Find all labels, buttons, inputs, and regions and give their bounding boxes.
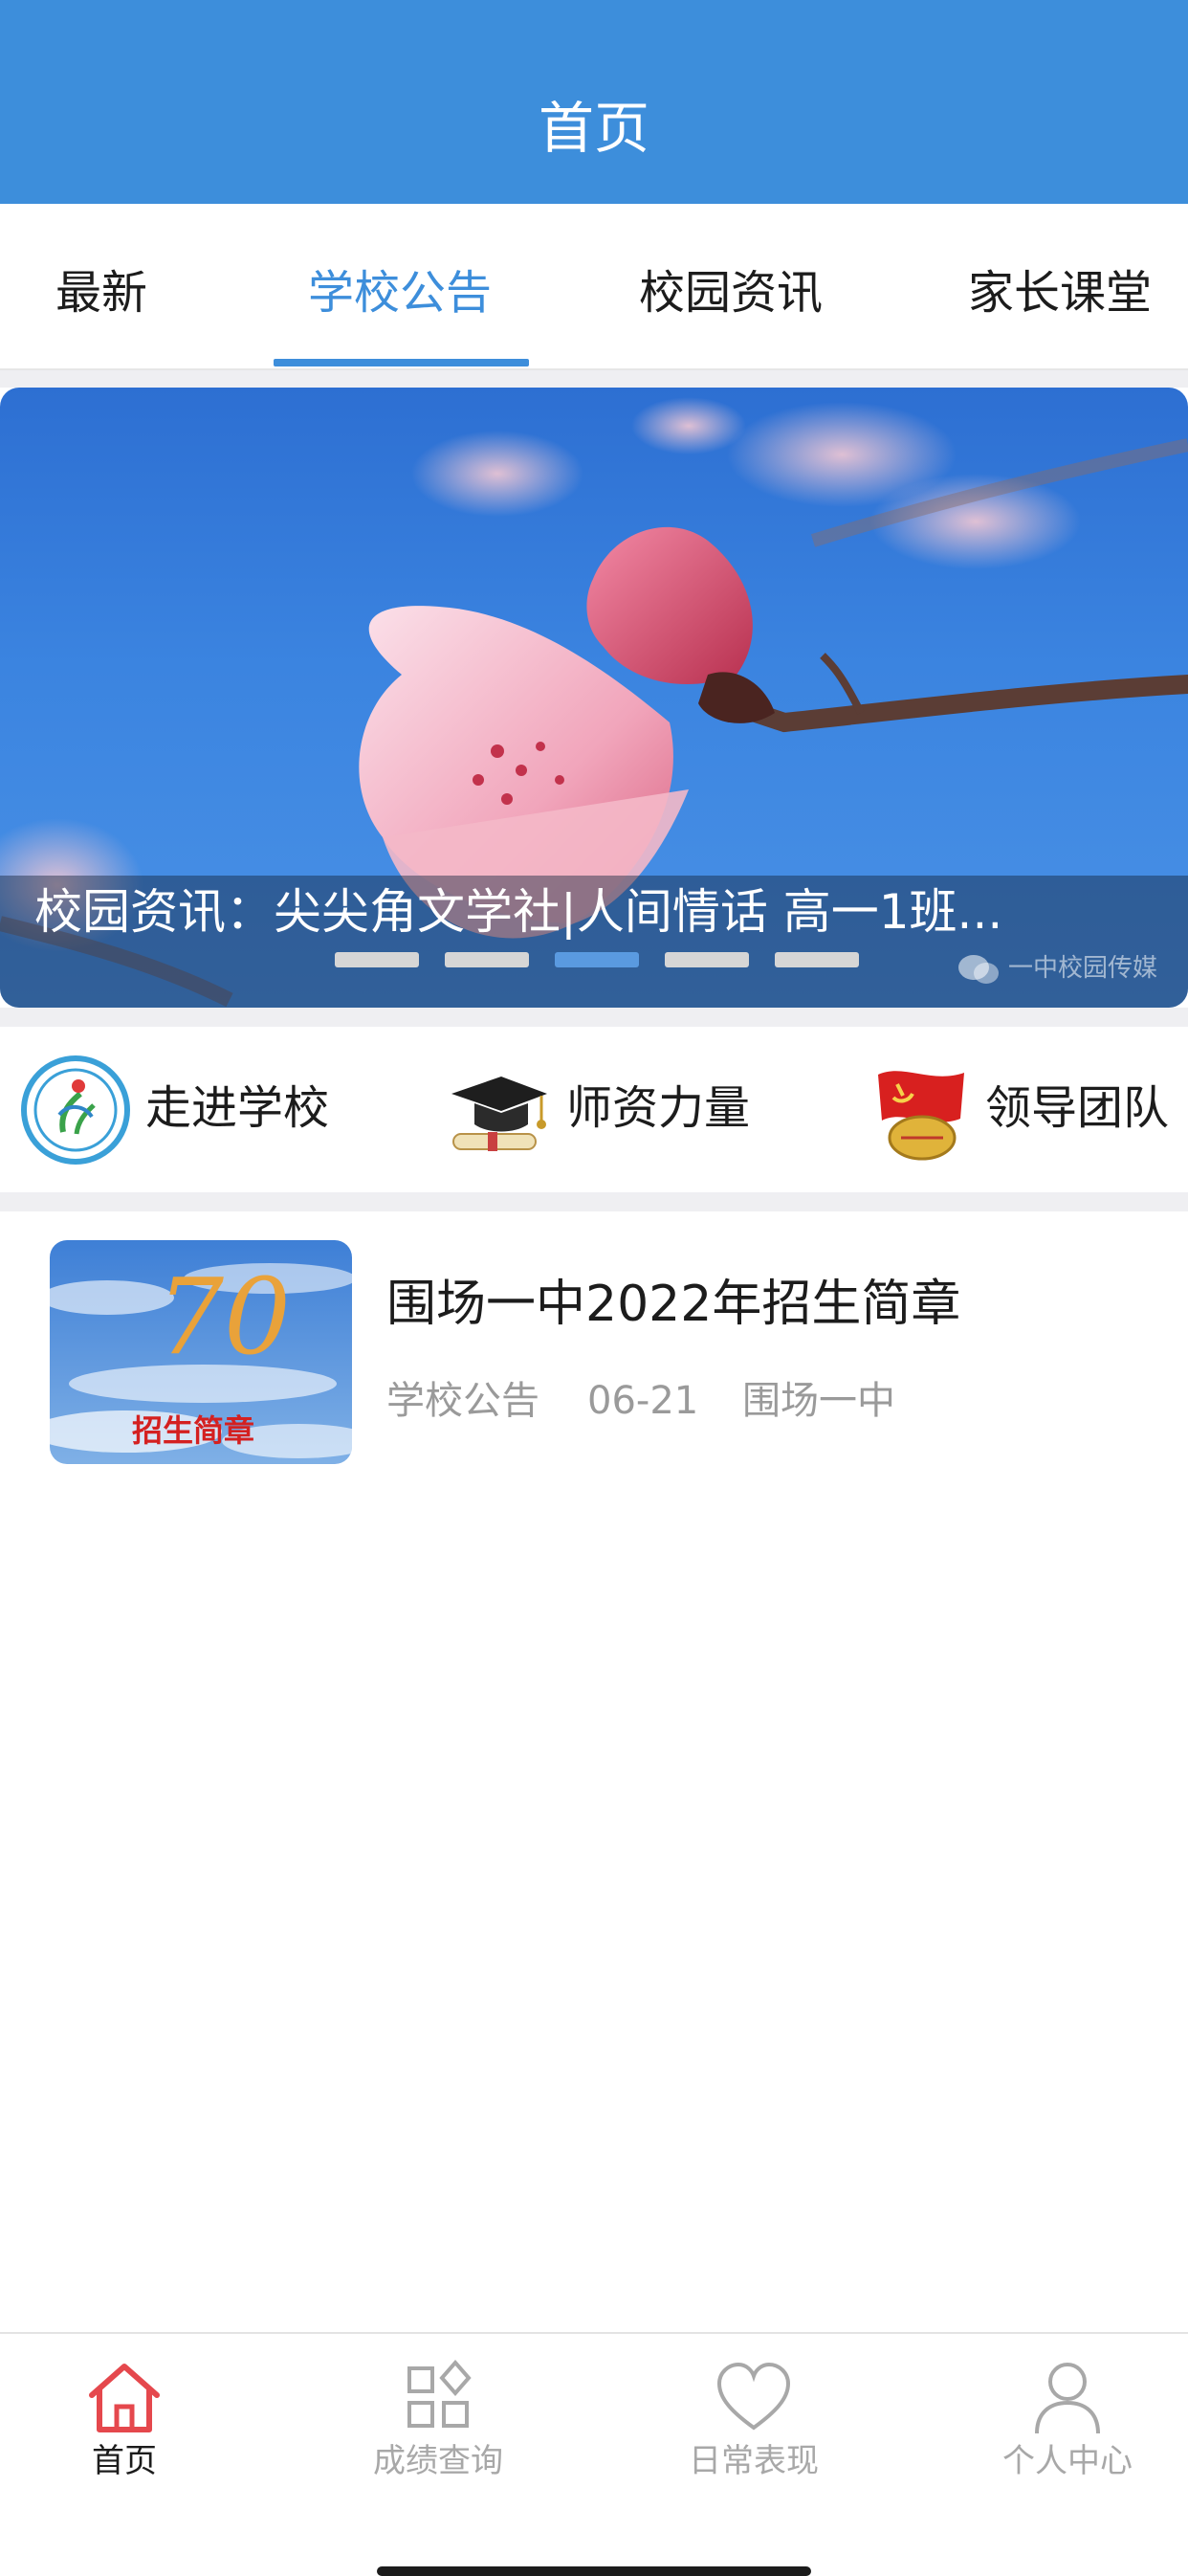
carousel-dot[interactable] [445,952,529,967]
nav-label: 首页 [92,2442,157,2480]
banner-caption-bar: 校园资讯：尖尖角文学社|人间情话 高一1班... 一中校园传媒 [0,876,1188,1008]
person-icon [1027,2357,1108,2437]
watermark-text: 一中校园传媒 [1007,954,1157,983]
nav-grades[interactable]: 成绩查询 [342,2334,534,2506]
nav-label: 日常表现 [689,2442,819,2480]
tab-latest[interactable]: 最新 [55,263,147,322]
wechat-icon [957,954,1008,984]
article-category: 学校公告 [386,1379,539,1423]
heart-icon [714,2357,794,2437]
party-badge-icon [865,1055,974,1165]
carousel-dot[interactable] [775,952,859,967]
banner-carousel[interactable]: 校园资讯：尖尖角文学社|人间情话 高一1班... 一中校园传媒 [0,388,1188,1008]
top-header: 首页 [0,0,1188,204]
thumb-mark: 70 [157,1255,291,1378]
page-title: 首页 [538,96,649,161]
nav-label: 个人中心 [1002,2442,1133,2480]
tab-school-notice[interactable]: 学校公告 [308,263,492,322]
home-indicator [377,2566,811,2576]
quick-link-label: 师资力量 [566,1081,751,1135]
active-tab-indicator [274,359,529,366]
quick-link-leadership[interactable]: 领导团队 [842,1027,1188,1192]
nav-label: 成绩查询 [373,2442,503,2480]
carousel-dot[interactable] [335,952,419,967]
article-source: 围场一中 [742,1379,895,1423]
article-card[interactable]: 70 招生简章 围场一中2022年招生简章 学校公告 06-21 围场一中 [0,1211,1188,1495]
article-date: 06-21 [587,1379,699,1423]
tab-campus-news[interactable]: 校园资讯 [639,263,823,322]
banner-watermark: 一中校园传媒 [957,948,1157,987]
bottom-nav: 首页 成绩查询 日常表现 个人中心 [0,2332,1188,2576]
grid-icon [398,2357,478,2437]
banner-caption: 校园资讯：尖尖角文学社|人间情话 高一1班... [34,884,1003,940]
article-title: 围场一中2022年招生简章 [386,1276,961,1333]
graduation-cap-icon [444,1055,553,1165]
section-divider [0,1192,1188,1211]
article-thumbnail: 70 招生简章 [50,1240,352,1464]
section-divider [0,1008,1188,1027]
nav-home[interactable]: 首页 [29,2334,220,2506]
home-icon [84,2357,165,2437]
thumb-caption: 招生简章 [132,1412,254,1449]
quick-link-school[interactable]: 走进学校 [0,1027,383,1192]
quick-link-teachers[interactable]: 师资力量 [421,1027,803,1192]
carousel-dot[interactable] [665,952,749,967]
quick-link-label: 走进学校 [145,1081,330,1135]
nav-profile[interactable]: 个人中心 [972,2334,1163,2506]
section-divider [0,370,1188,388]
school-logo-icon [21,1055,130,1165]
category-tabs: 最新 学校公告 校园资讯 家长课堂 [0,204,1188,370]
quick-link-label: 领导团队 [985,1081,1170,1135]
carousel-dot-active[interactable] [555,952,639,967]
nav-daily[interactable]: 日常表现 [658,2334,849,2506]
quick-links: 走进学校 师资力量 领导团队 [0,1027,1188,1192]
tab-parent-class[interactable]: 家长课堂 [968,263,1152,322]
